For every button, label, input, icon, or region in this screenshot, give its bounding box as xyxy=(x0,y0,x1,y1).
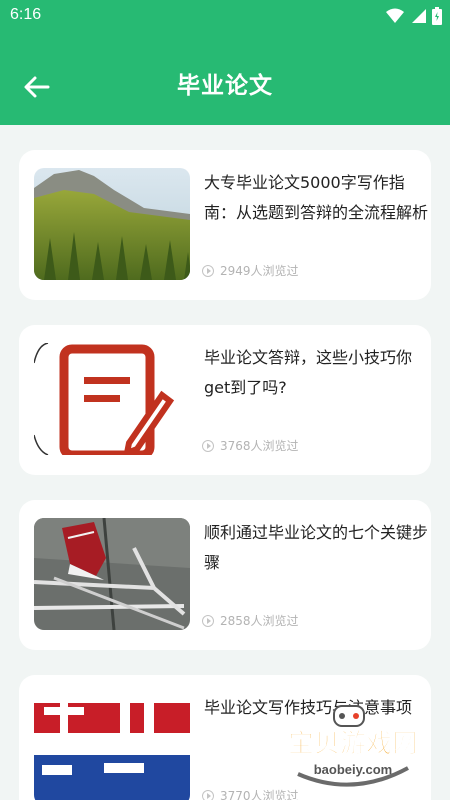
article-list[interactable]: 大专毕业论文5000字写作指南：从选题到答辩的全流程解析 2949人浏览过 毕业… xyxy=(0,125,450,800)
watermark-logo: 宝贝游戏网 baobeiy.com xyxy=(268,702,438,792)
article-views: 2949人浏览过 xyxy=(202,262,299,279)
article-title[interactable]: 毕业论文答辩，这些小技巧你get到了吗? xyxy=(204,343,432,403)
watermark-url: baobeiy.com xyxy=(314,762,393,777)
article-card[interactable]: 大专毕业论文5000字写作指南：从选题到答辩的全流程解析 2949人浏览过 xyxy=(19,150,431,300)
watermark-text: 宝贝游戏网 xyxy=(288,728,418,759)
page-title: 毕业论文 xyxy=(177,73,273,99)
view-count: 2858人浏览过 xyxy=(220,614,299,628)
article-title[interactable]: 大专毕业论文5000字写作指南：从选题到答辩的全流程解析 xyxy=(204,168,432,228)
article-title[interactable]: 顺利通过毕业论文的七个关键步骤 xyxy=(204,518,432,578)
battery-icon xyxy=(432,7,442,25)
play-circle-icon xyxy=(202,264,214,277)
play-circle-icon xyxy=(202,439,214,452)
view-count: 3768人浏览过 xyxy=(220,439,299,453)
article-thumbnail xyxy=(34,693,190,800)
article-card[interactable]: 毕业论文答辩，这些小技巧你get到了吗? 3768人浏览过 xyxy=(19,325,431,475)
view-count: 2949人浏览过 xyxy=(220,264,299,278)
wifi-icon xyxy=(386,8,404,23)
app-bar: 毕业论文 xyxy=(0,34,450,125)
status-time: 6:16 xyxy=(10,6,42,23)
article-views: 3768人浏览过 xyxy=(202,437,299,454)
status-bar: 6:16 xyxy=(0,0,450,34)
article-card[interactable]: 顺利通过毕业论文的七个关键步骤 2858人浏览过 xyxy=(19,500,431,650)
play-circle-icon xyxy=(202,789,214,800)
status-icons xyxy=(386,7,442,25)
article-thumbnail xyxy=(34,168,190,280)
play-circle-icon xyxy=(202,614,214,627)
article-views: 2858人浏览过 xyxy=(202,612,299,629)
article-thumbnail xyxy=(34,518,190,630)
article-thumbnail xyxy=(34,343,190,455)
signal-icon xyxy=(412,9,426,23)
